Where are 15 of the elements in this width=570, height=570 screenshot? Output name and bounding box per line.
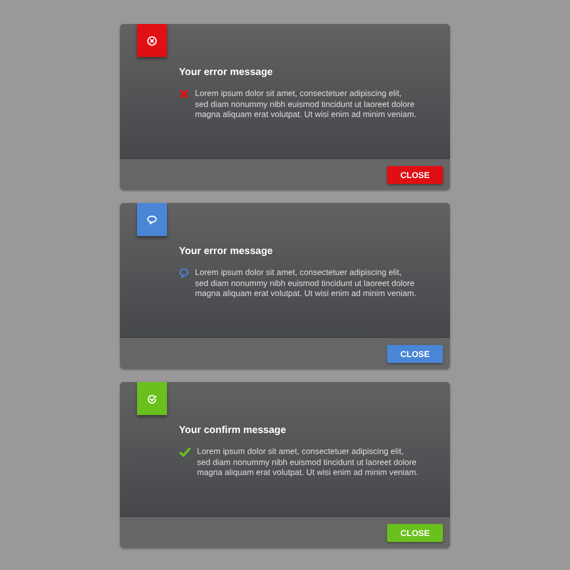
cross-icon	[179, 89, 189, 99]
dialog-title: Your error message	[179, 67, 274, 78]
check-icon	[179, 447, 191, 457]
close-button[interactable]: CLOSE	[387, 344, 443, 362]
close-button[interactable]: CLOSE	[387, 166, 443, 184]
close-circle-icon	[147, 36, 157, 46]
speech-bubble-icon	[179, 268, 189, 278]
close-button[interactable]: CLOSE	[387, 524, 443, 542]
speech-bubble-icon	[147, 214, 157, 224]
message-text: Lorem ipsum dolor sit amet, consectetuer adipiscing elit, sed diam nonummy nibh euismod tincidunt ut laoreet dolore magna aliquam erat volutpat. Ut wisi enim ad minim veniam.	[195, 88, 417, 120]
check-circle-icon	[147, 394, 157, 404]
dialog-title: Your confirm message	[179, 425, 288, 436]
dialog-title: Your error message	[179, 246, 274, 257]
message-text: Lorem ipsum dolor sit amet, consectetuer adipiscing elit, sed diam nonummy nibh euismod tincidunt ut laoreet dolore magna aliquam erat volutpat. Ut wisi enim ad minim veniam.	[197, 446, 419, 478]
message-text: Lorem ipsum dolor sit amet, consectetuer adipiscing elit, sed diam nonummy nibh euismod tincidunt ut laoreet dolore magna aliquam erat volutpat. Ut wisi enim ad minim veniam.	[195, 267, 417, 299]
